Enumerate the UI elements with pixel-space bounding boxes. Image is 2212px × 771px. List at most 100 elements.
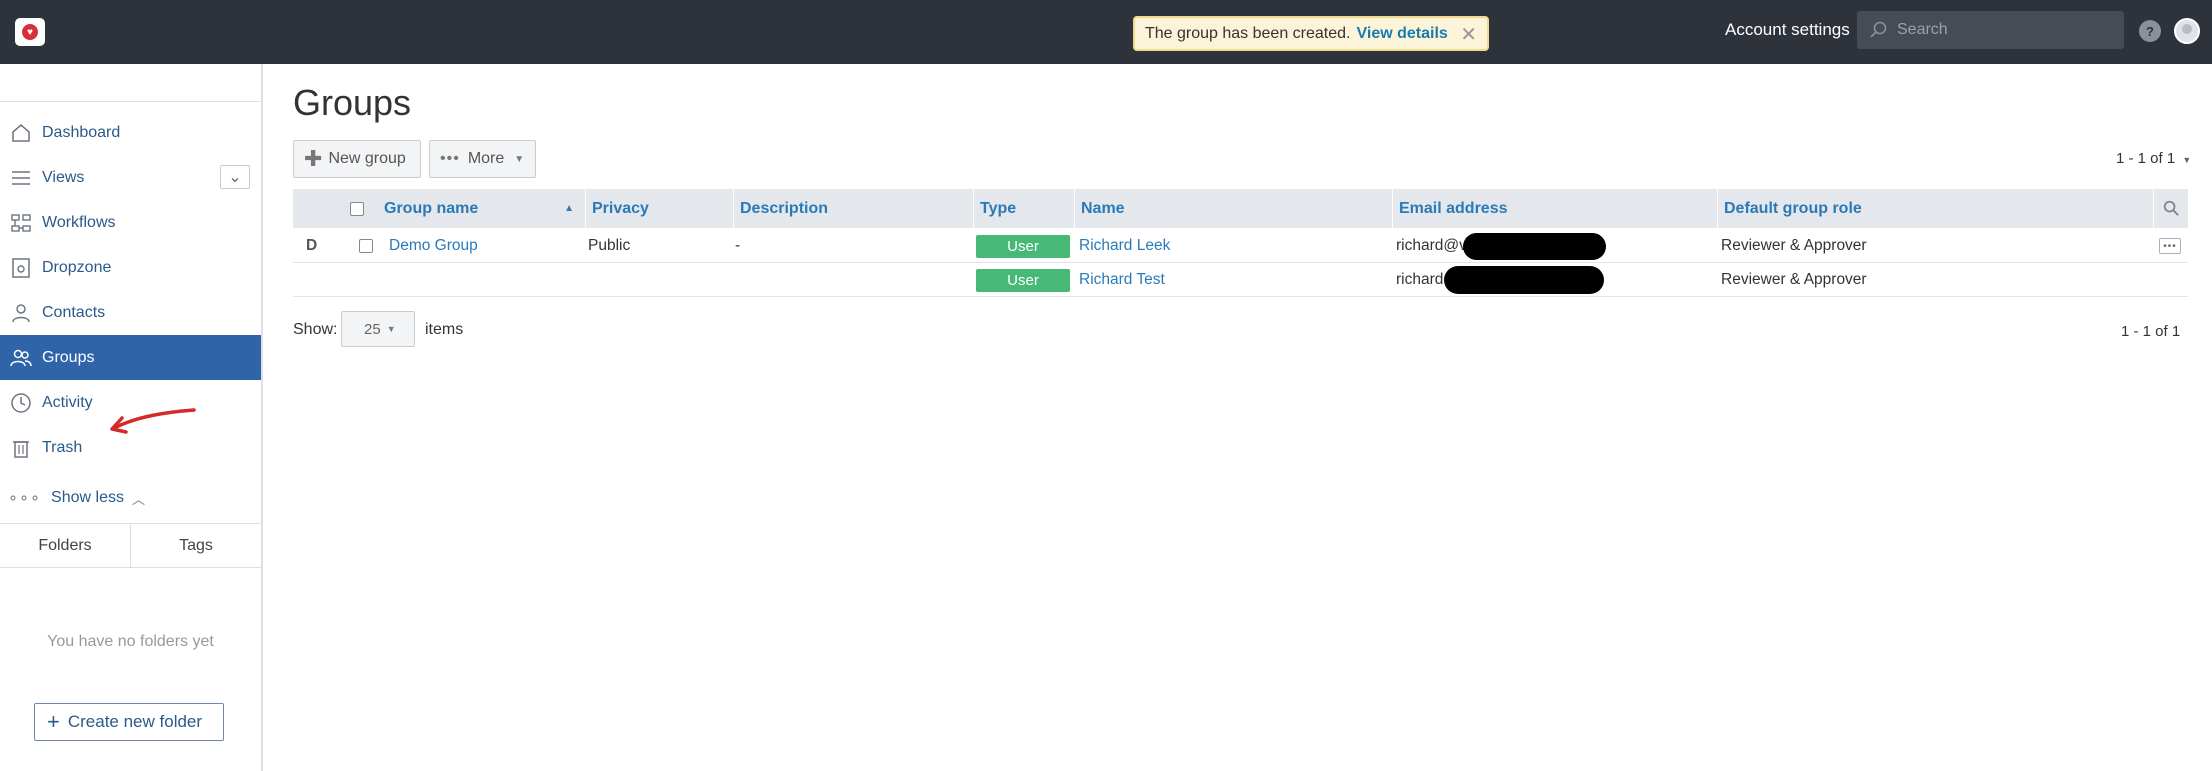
more-button[interactable]: ••• More ▼ [429,140,536,178]
column-header-label: Group name [384,199,479,217]
column-header-name[interactable]: Name [1074,189,1392,228]
person-icon [8,300,34,326]
sidebar-item-label: Groups [42,348,95,366]
tab-folders[interactable]: Folders [0,524,131,567]
column-header-label: Type [980,199,1017,217]
items-label: items [425,321,464,338]
more-dots-icon: ••• [440,150,460,167]
show-label: Show: [293,321,338,338]
plus-icon: ✚ [304,146,323,171]
table-row: User Richard Test richard Reviewer & App… [293,263,2188,297]
clock-icon [8,390,34,416]
user-type-badge: User [976,234,1070,258]
chevron-down-icon: ⌄ [228,169,242,186]
column-header-email[interactable]: Email address [1392,189,1717,228]
workflow-icon [8,210,34,236]
row-actions: ••• [2159,229,2181,263]
description-value: - [735,237,741,254]
sidebar-item-dashboard[interactable]: Dashboard [0,110,261,155]
sidebar-item-workflows[interactable]: Workflows [0,200,261,245]
header-select-all [350,189,375,228]
more-label: More [467,150,505,167]
top-bar: ♥ The group has been created. View detai… [0,0,2212,64]
folder-tag-tabs: Folders Tags [0,523,261,568]
column-header-label: Email address [1399,199,1508,217]
notification-toast: The group has been created. View details… [1133,16,1489,51]
type-badge-cell: User [976,229,1070,263]
sidebar-item-label: Contacts [42,303,106,321]
views-dropdown-toggle[interactable]: ⌄ [220,165,250,189]
member-role: Reviewer & Approver [1721,237,1867,254]
group-name-link[interactable]: Demo Group [389,229,478,263]
table-header: Group name ▲ Privacy Description Type Na… [293,189,2188,228]
new-group-button[interactable]: ✚ New group [293,140,421,178]
redaction-mark [1444,266,1604,294]
column-header-group-name[interactable]: Group name ▲ [378,189,578,228]
column-header-label: Name [1081,199,1125,217]
search-placeholder: Search [1897,21,1948,38]
column-header-default-role[interactable]: Default group role [1717,189,2153,228]
sidebar-item-label: Trash [42,438,83,456]
sidebar-item-contacts[interactable]: Contacts [0,290,261,335]
row-select [359,229,373,263]
table-row: D Demo Group Public - User Richard Leek … [293,229,2188,263]
member-name-link[interactable]: Richard Test [1079,263,1165,297]
more-dots-icon: ∘∘∘ [8,490,42,507]
select-all-checkbox[interactable] [350,201,364,216]
type-badge-cell: User [976,263,1070,297]
user-type-badge: User [976,268,1070,292]
new-group-label: New group [328,150,406,167]
row-actions-icon[interactable]: ••• [2159,238,2181,254]
pagination-label: 1 - 1 of 1 [2116,150,2176,167]
caret-down-icon: ▼ [514,153,525,165]
sidebar-item-dropzone[interactable]: Dropzone [0,245,261,290]
dropzone-icon [8,255,34,281]
page-title: Groups [293,82,412,123]
member-email: richard [1396,271,1444,288]
show-less-toggle[interactable]: ∘∘∘ Show less ︿ [8,488,145,508]
account-settings-link[interactable]: Account settings [1725,20,1850,40]
member-role: Reviewer & Approver [1721,271,1867,288]
avatar[interactable] [2174,18,2200,44]
create-folder-label: Create new folder [67,712,203,731]
app-logo[interactable]: ♥ [15,18,45,46]
red-arrow-annotation [110,408,196,434]
empty-folders-message: You have no folders yet [47,633,214,650]
sidebar: Dashboard Views ⌄ Workflows Dropzone Con… [0,64,263,771]
redaction-mark [1463,233,1606,260]
pagination-bottom: 1 - 1 of 1 [2121,323,2181,340]
sidebar-item-label: Views [42,168,85,186]
plus-icon: + [47,709,60,734]
header-spacer [293,189,350,228]
trash-icon [8,435,34,461]
column-header-privacy[interactable]: Privacy [585,189,733,228]
tab-tags[interactable]: Tags [131,524,261,567]
page-size-value: 25 [364,320,381,338]
create-folder-button[interactable]: + Create new folder [34,703,224,741]
privacy-value: Public [588,237,631,254]
sidebar-item-groups[interactable]: Groups [0,335,261,380]
view-details-link[interactable]: View details [1356,25,1447,43]
search-icon [1870,21,1887,38]
column-header-label: Privacy [592,199,649,217]
people-icon [8,345,34,371]
pagination-top[interactable]: 1 - 1 of 1 ▼ [2116,150,2191,167]
row-checkbox[interactable] [359,239,373,253]
search-input[interactable]: Search [1857,11,2124,49]
list-icon [8,165,34,191]
column-header-label: Default group role [1724,199,1862,217]
logo-mark-icon: ♥ [22,24,38,40]
row-letter: D [306,237,318,254]
page-size-select[interactable]: 25 ▼ [341,311,415,347]
caret-down-icon: ▼ [2182,155,2192,165]
column-header-type[interactable]: Type [973,189,1077,228]
member-name-link[interactable]: Richard Leek [1079,229,1170,263]
member-email: richard@v [1396,237,1467,254]
column-search[interactable] [2153,189,2188,228]
divider [0,101,261,102]
help-icon[interactable]: ? [2139,20,2161,42]
chevron-up-icon: ︿ [131,491,145,507]
close-icon[interactable]: ✕ [1460,22,1477,47]
column-header-description[interactable]: Description [733,189,973,228]
caret-down-icon: ▼ [386,324,396,334]
